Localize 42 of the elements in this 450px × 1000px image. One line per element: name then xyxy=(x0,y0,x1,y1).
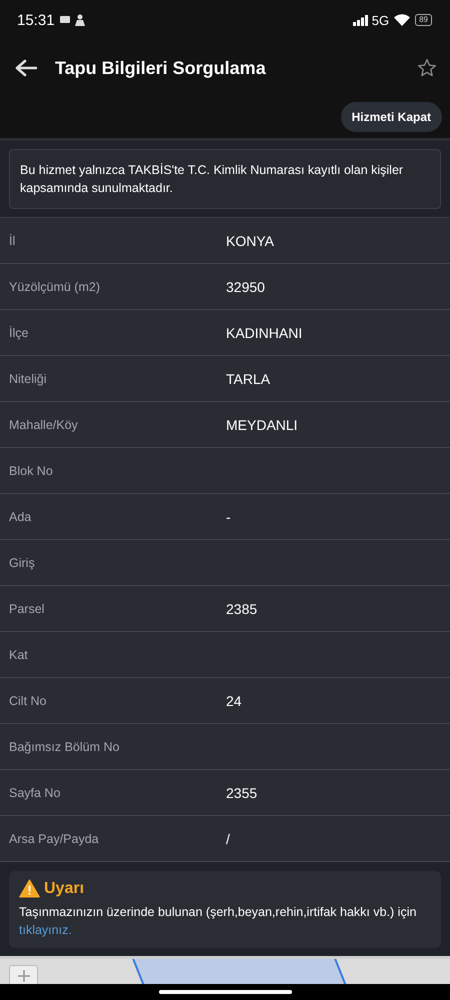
field-value: - xyxy=(226,508,231,524)
field-label: İl xyxy=(8,234,16,248)
back-icon xyxy=(15,59,37,77)
field-label: Cilt No xyxy=(8,694,48,708)
wifi-icon xyxy=(394,14,410,26)
signal-icon xyxy=(352,14,369,26)
warning-icon xyxy=(19,879,40,898)
status-time: 15:31 xyxy=(17,12,55,28)
warning-text: Taşınmazınızın üzerinde bulunan (şerh,beyan,rehin,irtifak hakkı vb.) için tıklayınız. xyxy=(19,904,418,939)
field-value: TARLA xyxy=(226,370,270,386)
field-label: Kat xyxy=(8,648,29,662)
page-title: Tapu Bilgileri Sorgulama xyxy=(55,58,267,78)
field-label: Ada xyxy=(8,510,32,524)
field-label: Blok No xyxy=(8,464,54,478)
field-value: 24 xyxy=(226,692,242,708)
info-notice: Bu hizmet yalnızca TAKBİS'te T.C. Kimlik Numarası kayıtlı olan kişiler kapsamında sunulmaktadır. xyxy=(9,149,441,209)
field-label: Niteliği xyxy=(8,372,48,386)
details-link[interactable]: tıklayınız. xyxy=(19,923,72,937)
field-value: 2385 xyxy=(226,600,258,616)
field-value: KADINHANI xyxy=(226,324,302,340)
notification-icon xyxy=(60,16,70,24)
warning-title: Uyarı xyxy=(44,880,84,898)
field-label: Mahalle/Köy xyxy=(8,418,79,432)
network-label: 5G xyxy=(372,12,390,28)
field-label: Sayfa No xyxy=(8,786,62,800)
plus-icon xyxy=(18,970,30,982)
zoom-in-button[interactable] xyxy=(9,965,38,984)
field-label: Arsa Pay/Payda xyxy=(8,832,100,846)
field-value: KONYA xyxy=(226,232,274,248)
close-service-button[interactable]: Hizmeti Kapat xyxy=(340,102,442,132)
field-value: / xyxy=(226,830,230,846)
field-label: Yüzölçümü (m2) xyxy=(8,280,101,294)
person-icon xyxy=(74,14,85,26)
battery-icon: 89 xyxy=(415,14,432,26)
field-label: Bağımsız Bölüm No xyxy=(8,740,120,754)
field-label: İlçe xyxy=(8,326,30,340)
field-value: 32950 xyxy=(226,278,265,294)
star-icon[interactable] xyxy=(417,58,437,78)
field-label: Parsel xyxy=(8,602,46,616)
field-value: 2355 xyxy=(226,784,258,800)
field-value: MEYDANLI xyxy=(226,416,298,432)
field-label: Giriş xyxy=(8,556,36,570)
